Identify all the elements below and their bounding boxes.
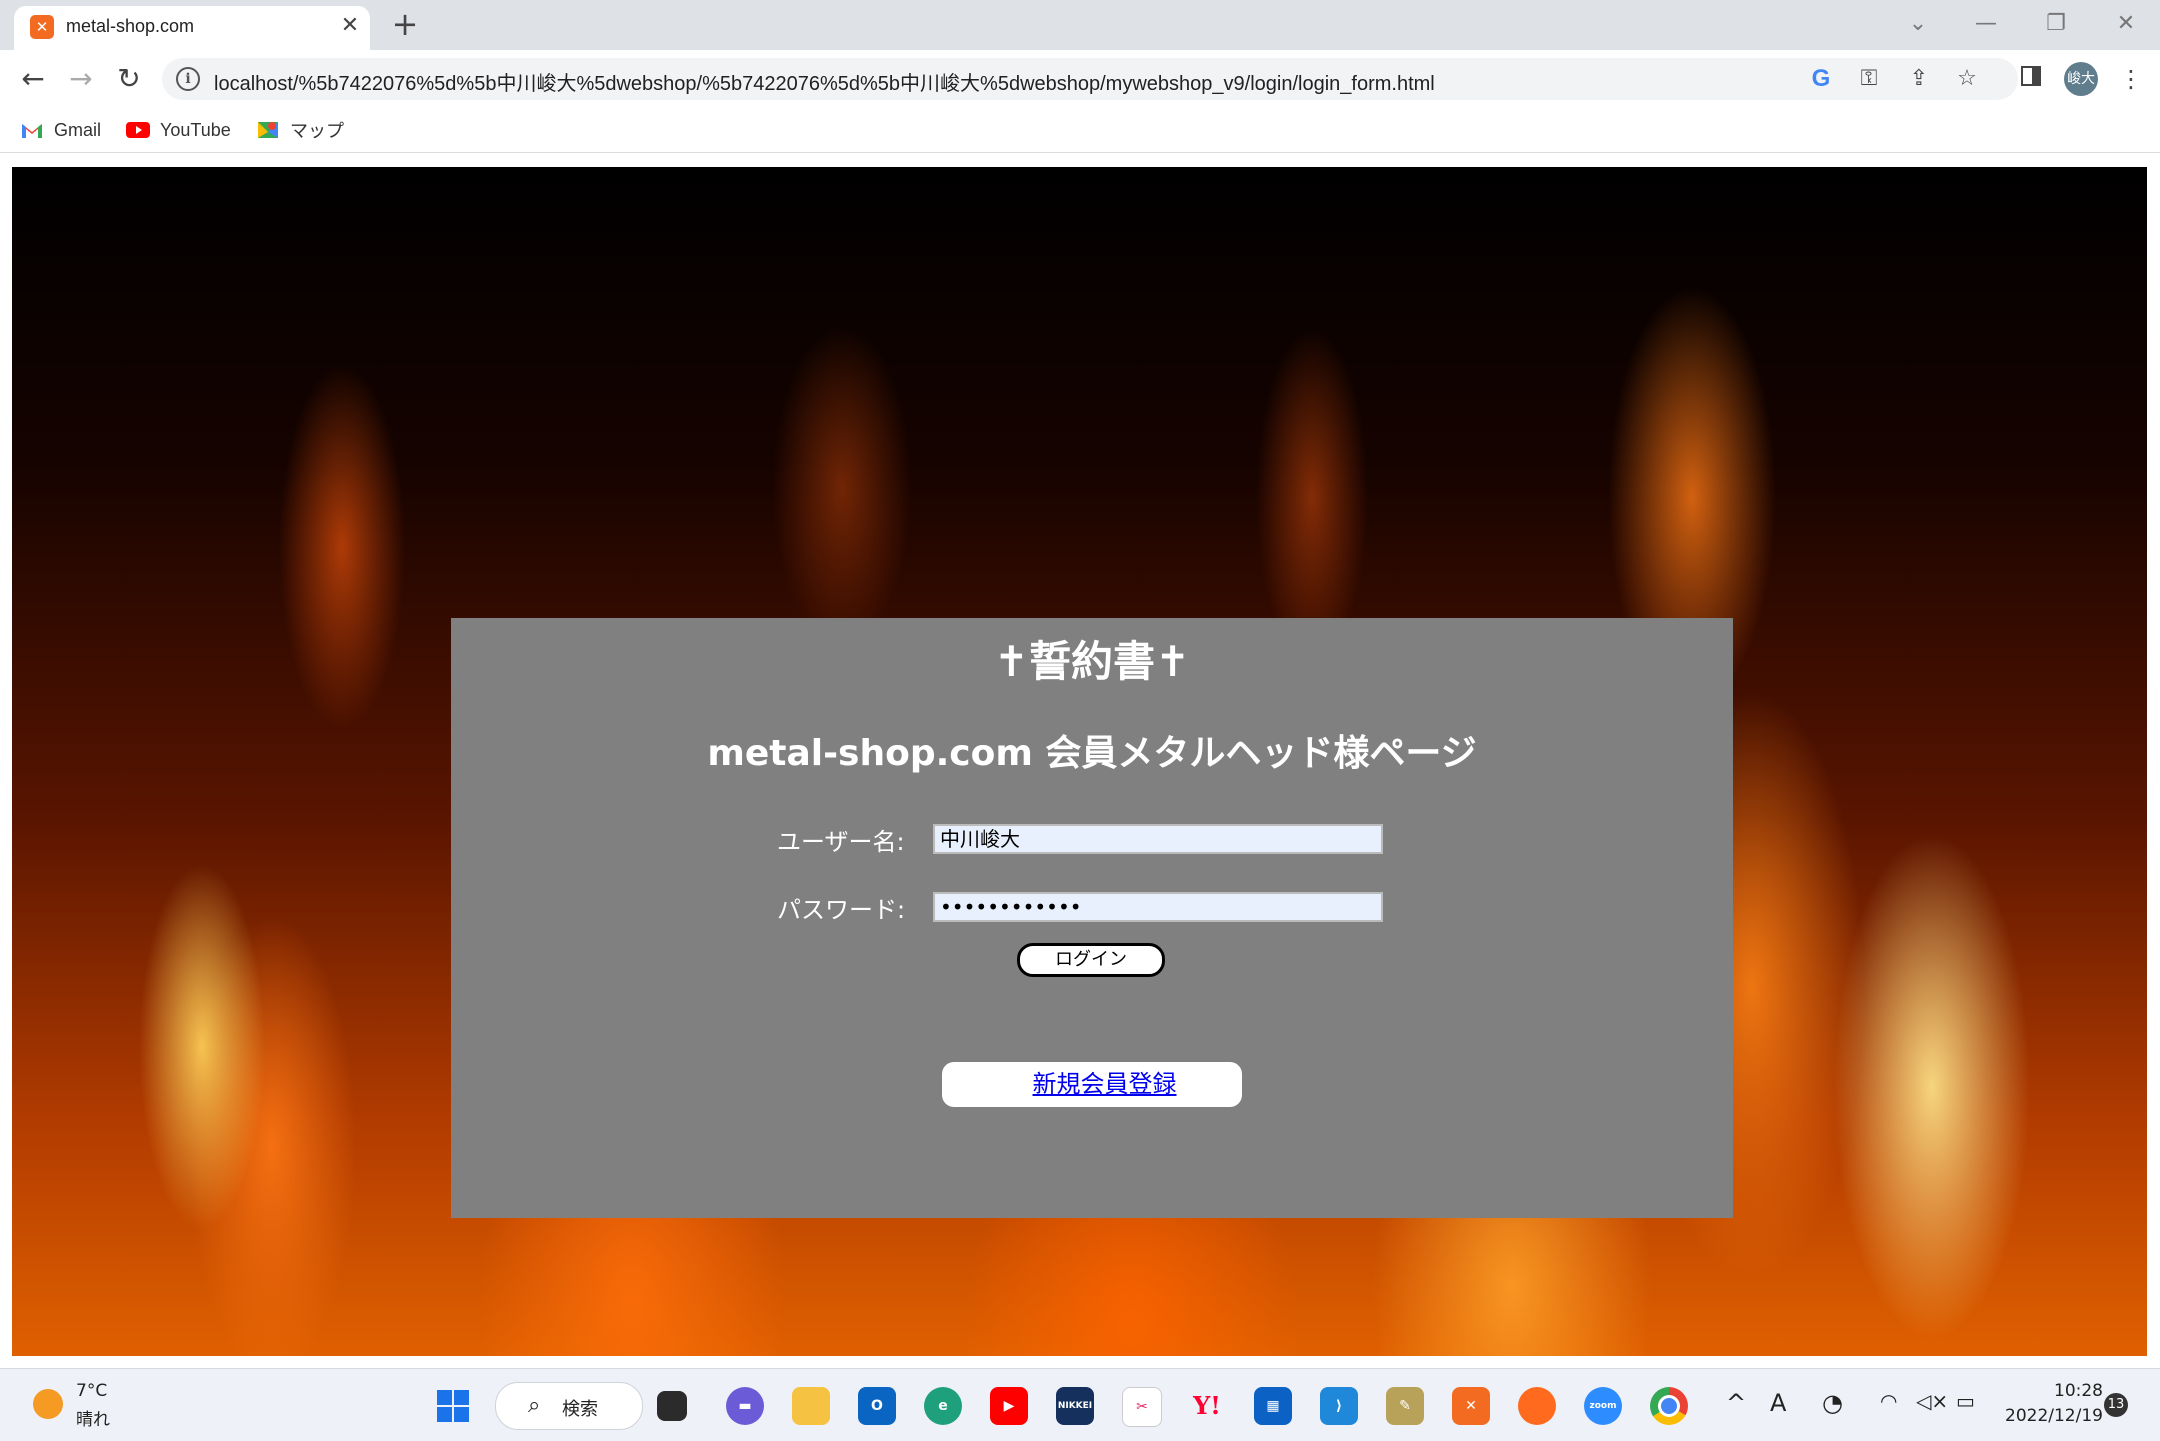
menu-kebab-icon[interactable]: ⋮	[2112, 60, 2150, 98]
taskbar-search[interactable]: ⌕ 検索	[495, 1382, 643, 1430]
share-icon[interactable]: ⇪	[1902, 62, 1936, 96]
register-link[interactable]: 新規会員登録	[942, 1064, 1242, 1099]
restore-button[interactable]: ❐	[2036, 6, 2076, 42]
taskbar: 7°C 晴れ ⌕ 検索 ▬ O e ▶ NIKKEI ✂ Y! ▦ ⟩ ✎ ✕ …	[0, 1368, 2160, 1441]
firefox-icon[interactable]	[1518, 1387, 1556, 1425]
password-label: パスワード:	[777, 896, 906, 924]
windows-start-icon[interactable]	[434, 1387, 472, 1425]
volume-muted-icon[interactable]: ◁×	[1916, 1389, 1948, 1413]
youtube-icon[interactable]: ▶	[990, 1387, 1028, 1425]
vscode-icon[interactable]: ⟩	[1320, 1387, 1358, 1425]
task-view-icon[interactable]	[657, 1391, 687, 1421]
register-box: 新規会員登録	[942, 1062, 1242, 1107]
outlook-icon[interactable]: O	[858, 1387, 896, 1425]
tab-search-icon[interactable]: ⌄	[1898, 6, 1938, 42]
bookmark-star-icon[interactable]: ☆	[1950, 62, 1984, 96]
chat-icon[interactable]: ▬	[726, 1387, 764, 1425]
side-panel-icon[interactable]	[2012, 60, 2050, 98]
bookmark-label: マップ	[290, 121, 344, 141]
new-tab-button[interactable]: +	[388, 8, 422, 42]
search-icon: ⌕	[528, 1393, 541, 1418]
file-explorer-icon[interactable]	[792, 1387, 830, 1425]
fire-background: ✝誓約書✝ metal-shop.com 会員メタルヘッド様ページ ユーザー名:…	[12, 167, 2147, 1356]
bookmark-maps[interactable]: マップ	[256, 116, 344, 144]
browser-toolbar: ← → ↻ i localhost/%5b7422076%5d%5b中川峻大%5…	[0, 50, 2160, 108]
password-key-icon[interactable]: ⚿	[1852, 62, 1886, 96]
address-bar[interactable]: i localhost/%5b7422076%5d%5b中川峻大%5dwebsh…	[162, 58, 2018, 100]
weather-temp[interactable]: 7°C	[76, 1381, 107, 1401]
url-text[interactable]: localhost/%5b7422076%5d%5b中川峻大%5dwebshop…	[214, 67, 1435, 96]
snipping-tool-icon[interactable]: ✂	[1122, 1387, 1162, 1427]
bookmark-label: Gmail	[54, 119, 102, 140]
weather-sun-icon[interactable]	[33, 1389, 63, 1419]
store-icon[interactable]: ▦	[1254, 1387, 1292, 1425]
xampp-icon: ✕	[30, 15, 54, 39]
maps-icon	[256, 120, 280, 140]
browser-tab-strip: ✕ metal-shop.com ✕ + ⌄ — ❐ ✕	[0, 0, 2160, 50]
nikkei-icon[interactable]: NIKKEI	[1056, 1387, 1094, 1425]
tab-title: metal-shop.com	[66, 16, 195, 36]
back-button[interactable]: ←	[14, 60, 52, 98]
bookmark-gmail[interactable]: Gmail	[20, 116, 101, 144]
chrome-icon[interactable]	[1650, 1387, 1688, 1425]
reload-button[interactable]: ↻	[110, 60, 148, 98]
username-label: ユーザー名:	[777, 828, 905, 856]
page-title: ✝誓約書✝	[993, 637, 1191, 686]
xampp-icon[interactable]: ✕	[1452, 1387, 1490, 1425]
login-panel: ✝誓約書✝ metal-shop.com 会員メタルヘッド様ページ ユーザー名:…	[451, 618, 1733, 1218]
password-field[interactable]: ••••••••••••	[933, 892, 1383, 922]
bookmark-youtube[interactable]: YouTube	[126, 116, 231, 144]
google-translate-icon[interactable]: G	[1804, 62, 1838, 96]
gmail-icon	[20, 120, 44, 140]
tray-expand-icon[interactable]: ^	[1726, 1389, 1746, 1417]
bookmarks-bar: Gmail YouTube マップ	[0, 108, 2160, 153]
login-button[interactable]: ログイン	[1017, 943, 1165, 977]
minimize-button[interactable]: —	[1966, 6, 2006, 42]
bookmark-label: YouTube	[160, 119, 231, 140]
ime-indicator[interactable]: A	[1770, 1389, 1786, 1417]
clock-time[interactable]: 10:28	[2054, 1381, 2103, 1401]
profile-avatar[interactable]: 峻大	[2064, 62, 2098, 96]
forward-button[interactable]: →	[62, 60, 100, 98]
search-label: 検索	[562, 1399, 598, 1420]
focus-icon[interactable]: ◔	[1822, 1389, 1843, 1417]
weather-desc[interactable]: 晴れ	[76, 1405, 110, 1430]
app-icon[interactable]: ✎	[1386, 1387, 1424, 1425]
tab-close-icon[interactable]: ✕	[336, 12, 364, 40]
youtube-icon	[126, 120, 150, 140]
battery-icon[interactable]: ▭	[1956, 1389, 1975, 1413]
browser-tab[interactable]: ✕ metal-shop.com ✕	[14, 6, 370, 50]
page-subtitle: metal-shop.com 会員メタルヘッド様ページ	[707, 733, 1477, 774]
wifi-icon[interactable]: ◠	[1880, 1389, 1897, 1413]
edge-icon[interactable]: e	[924, 1387, 962, 1425]
zoom-icon[interactable]: zoom	[1584, 1387, 1622, 1425]
notification-badge[interactable]: 13	[2104, 1393, 2128, 1417]
close-window-button[interactable]: ✕	[2106, 6, 2146, 42]
clock-date[interactable]: 2022/12/19	[2005, 1406, 2103, 1426]
site-info-icon[interactable]: i	[176, 67, 200, 91]
username-field[interactable]: 中川峻大	[933, 824, 1383, 854]
yahoo-icon[interactable]: Y!	[1188, 1387, 1226, 1425]
